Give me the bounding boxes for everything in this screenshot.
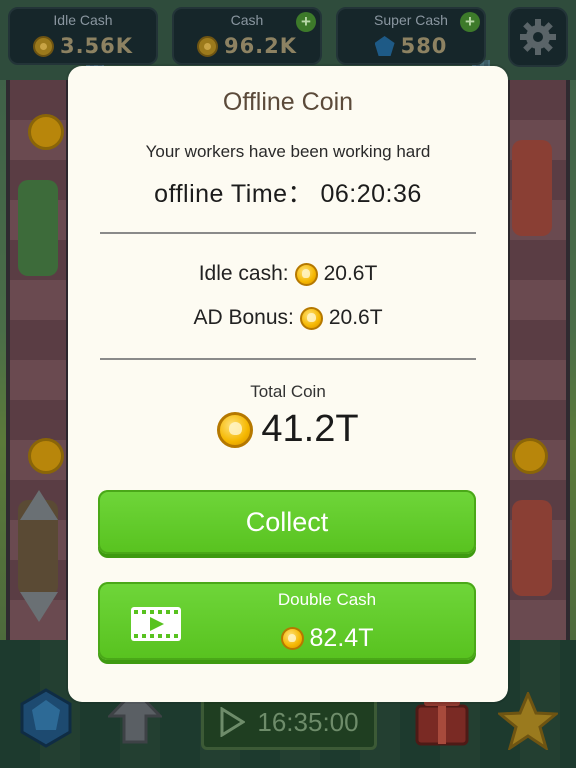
collect-button[interactable]: Collect [98,490,476,554]
cash-panel: Cash + 96.2K [172,7,322,65]
double-cash-value-row: 82.4T [98,624,476,653]
star-icon[interactable] [498,692,558,750]
add-cash-button[interactable]: + [296,12,316,32]
elevator-up-icon[interactable] [20,490,58,520]
idle-cash-row: Idle cash: 20.6T [68,262,508,286]
idle-cash-value: 3.56K [59,34,134,58]
offline-coin-dialog: Offline Coin Your workers have been work… [68,66,508,702]
add-super-cash-button[interactable]: + [460,12,480,32]
dialog-title: Offline Coin [222,88,354,116]
offline-time: offline Time： 06:20:36 [154,180,422,208]
coin-icon [217,411,254,448]
divider [100,358,476,360]
play-icon [220,707,246,737]
total-coin-value: 41.2T [261,408,359,450]
worker-right-top [512,140,552,236]
divider [100,232,476,234]
idle-cash-panel: Idle Cash 3.56K [8,7,158,65]
dialog-subtitle: Your workers have been working hard [145,142,431,161]
cash-value: 96.2K [223,34,298,58]
double-cash-button[interactable]: Double Cash 82.4T [98,582,476,660]
coin-icon [294,262,318,286]
boost-timer-button[interactable]: 16:35:00 [201,694,377,750]
elevator-controls [20,490,58,622]
coin-icon [196,35,218,57]
coin-icon [280,627,304,650]
background-coin [512,438,548,474]
super-cash-panel: Super Cash + 580 [336,7,486,65]
ad-bonus-label: AD Bonus: [193,306,294,329]
collect-button-label: Collect [245,506,329,537]
super-cash-value: 580 [400,34,448,58]
boost-timer: 16:35:00 [257,706,359,737]
total-coin-row: 41.2T [68,408,508,451]
gem-shop-icon[interactable] [20,688,72,748]
double-cash-value: 82.4T [309,624,374,652]
double-cash-label: Double Cash [277,590,377,609]
coin-icon [299,306,323,330]
ad-bonus-value: 20.6T [328,306,383,329]
background-coin [28,438,64,474]
gem-icon [374,36,395,56]
background-coin [28,114,64,150]
coin-icon [32,35,54,57]
worker-left-top [18,180,58,276]
idle-cash-reward-label: Idle cash: [198,262,289,285]
gear-icon [520,19,556,55]
total-coin-label: Total Coin [250,382,326,401]
elevator-down-icon[interactable] [20,592,58,622]
worker-right-bottom [512,500,552,596]
ad-bonus-row: AD Bonus: 20.6T [68,306,508,330]
settings-button[interactable] [508,7,568,67]
idle-cash-reward-value: 20.6T [323,262,378,285]
idle-cash-label: Idle Cash [53,12,113,28]
